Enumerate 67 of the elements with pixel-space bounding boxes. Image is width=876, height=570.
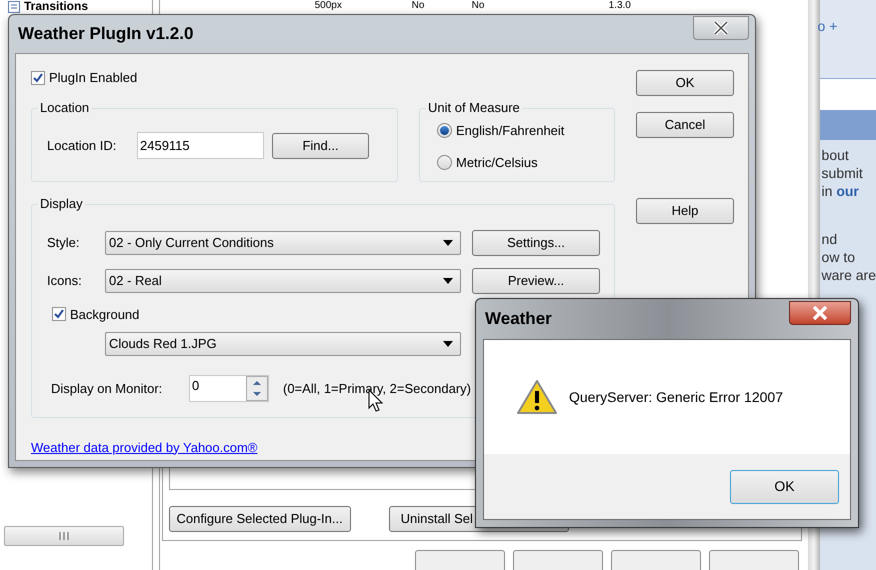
table-cell-text: 500px xyxy=(314,0,343,12)
side-text: in our xyxy=(822,182,860,200)
checkbox-label: Background xyxy=(70,306,140,324)
table-cell-text: No xyxy=(472,0,486,12)
checkbox-label: PlugIn Enabled xyxy=(49,69,138,87)
side-header xyxy=(820,110,876,140)
side-link[interactable]: o + xyxy=(818,18,838,34)
grip-icon xyxy=(59,532,69,540)
close-icon xyxy=(812,306,828,320)
dialog-title: Weather xyxy=(484,308,552,330)
group-title: Location xyxy=(38,100,92,116)
toolbar-button[interactable] xyxy=(708,550,799,570)
dialog-button[interactable]: Cancel xyxy=(636,112,734,138)
caret-icon xyxy=(443,278,453,284)
side-text: submit xyxy=(822,164,864,182)
close-icon xyxy=(713,21,729,35)
field-label: Icons: xyxy=(47,272,83,290)
dropdown-value: Clouds Red 1.JPG xyxy=(109,335,217,354)
radio-button[interactable] xyxy=(437,123,452,138)
scrollbar[interactable] xyxy=(4,526,124,546)
monitor-spin-field[interactable]: 0 xyxy=(189,375,269,402)
caret-icon xyxy=(443,341,453,347)
radio-button[interactable] xyxy=(437,154,452,170)
toolbar-button[interactable] xyxy=(414,550,505,570)
table-cell-text: No xyxy=(412,0,426,12)
window-title: Weather PlugIn v1.2.0 xyxy=(17,23,194,46)
checkmark-icon xyxy=(54,309,64,320)
side-text: ow to xyxy=(822,248,856,266)
field-label: Display on Monitor: xyxy=(51,380,164,398)
side-panel-gap xyxy=(820,78,876,110)
dropdown[interactable]: 02 - Only Current Conditions xyxy=(105,230,461,254)
spin-arrows-icon xyxy=(246,376,268,401)
field-label: Location ID: xyxy=(47,136,118,155)
table-cell: 1.3.0 xyxy=(608,0,631,12)
checkbox[interactable] xyxy=(31,70,45,85)
warning-icon xyxy=(516,379,558,415)
dropdown[interactable]: Clouds Red 1.JPG xyxy=(105,332,461,356)
tree-heading[interactable]: Transitions xyxy=(24,0,88,13)
radio-label: Metric/Celsius xyxy=(456,154,538,172)
side-text: bout xyxy=(822,146,850,164)
dialog-button[interactable]: OK xyxy=(636,70,734,96)
settings-button[interactable]: Settings... xyxy=(472,230,600,256)
checkbox[interactable] xyxy=(52,307,66,322)
ok-button[interactable]: OK xyxy=(730,470,839,504)
toolbar-button[interactable] xyxy=(512,550,603,570)
close-button[interactable] xyxy=(789,301,851,325)
group-title: Display xyxy=(38,196,85,212)
dropdown[interactable]: 02 - Real xyxy=(105,268,461,292)
toolbar-button[interactable] xyxy=(610,550,701,570)
dialog-button[interactable]: Help xyxy=(636,198,734,224)
radio-label: English/Fahrenheit xyxy=(456,122,564,140)
group-title: Unit of Measure xyxy=(426,100,522,116)
configure-button[interactable]: Configure Selected Plug-In... xyxy=(168,506,351,532)
location-id-field[interactable]: 2459115 xyxy=(137,132,264,159)
preview-button[interactable]: Preview... xyxy=(472,268,600,294)
dropdown-value: 02 - Real xyxy=(109,272,162,290)
caret-icon xyxy=(443,240,453,246)
side-text: ware are xyxy=(822,266,876,284)
find-button[interactable]: Find... xyxy=(272,132,369,158)
field-value: 0 xyxy=(191,377,200,395)
field-label: Style: xyxy=(47,234,81,252)
dropdown-value: 02 - Only Current Conditions xyxy=(109,234,274,252)
checkmark-icon xyxy=(33,72,43,83)
error-message: QueryServer: Generic Error 12007 xyxy=(569,388,783,407)
side-text: nd xyxy=(822,230,838,248)
close-button[interactable] xyxy=(693,16,749,40)
monitor-hint: (0=All, 1=Primary, 2=Secondary) xyxy=(283,380,471,398)
